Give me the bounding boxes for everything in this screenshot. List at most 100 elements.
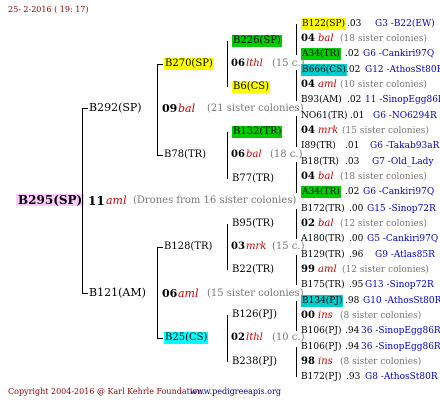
gen4-number: 04	[301, 171, 315, 182]
gen4-father-origin: G7 -Old_Lady	[372, 157, 434, 167]
gen4-mother-value: .02	[347, 95, 362, 105]
gen2-id[interactable]: B270(SP)	[164, 58, 214, 70]
gen3-id[interactable]: B77(TR)	[232, 173, 274, 185]
gen4-number: 04	[301, 79, 315, 90]
gen4-note: (12 sister colonies)	[340, 219, 427, 229]
gen2-note: (15 c.)	[272, 241, 305, 252]
gen2-connector-upper	[157, 64, 158, 156]
gen3-id[interactable]: B126(PJ)	[232, 309, 277, 321]
gen2-note: (10 c.)	[272, 332, 305, 343]
gen2-id[interactable]: B128(TR)	[164, 241, 212, 253]
gen3-id[interactable]: B6(CS)	[232, 81, 271, 93]
gen3-id[interactable]: B226(SP)	[232, 35, 282, 47]
gen2-number: 03	[231, 241, 245, 252]
gen4-mother-id[interactable]: B106(PJ)	[301, 325, 341, 337]
gen4-number: 04	[301, 33, 315, 44]
gen1-tick-lower	[82, 293, 88, 294]
gen4-number: 99	[301, 264, 315, 275]
gen4-note: (18 sister colonies)	[340, 34, 427, 44]
gen2-id[interactable]: B78(TR)	[164, 149, 206, 161]
gen4-father-origin: 36 -SinopEgg86R	[361, 342, 440, 352]
gen4-father-origin: G10 -AthosSt80R	[363, 296, 440, 306]
gen4-father-value: .94	[345, 342, 360, 352]
gen1-tick-upper	[82, 108, 88, 109]
gen4-father-value: .98	[345, 296, 360, 306]
gen3-id[interactable]: B238(PJ)	[232, 356, 277, 368]
gen4-father-origin: G15 -Sinop72R	[367, 204, 436, 214]
gen4-father-id[interactable]: NO61(TR)	[301, 110, 348, 122]
gen4-race: aml	[318, 264, 337, 275]
gen4-mother-value: .93	[346, 372, 361, 382]
gen4-race: ins	[318, 310, 333, 321]
gen1-connector	[82, 108, 83, 294]
gen4-father-id[interactable]: B106(PJ)	[301, 341, 341, 353]
gen1-upper-note: (21 sister colonies)	[207, 103, 304, 114]
gen3-id[interactable]: B132(TR)	[232, 126, 283, 138]
gen4-note: (15 sister colonies)	[342, 126, 429, 136]
footer-site-link[interactable]: www.pedigreeapis.org	[190, 386, 281, 398]
gen4-note: (12 sister colonies)	[342, 265, 429, 275]
root-id[interactable]: B295(SP)	[16, 194, 85, 206]
gen1-lower-number: 06	[162, 287, 178, 300]
gen4-father-id[interactable]: B129(TR)	[301, 249, 345, 261]
gen4-race: aml	[318, 79, 337, 90]
gen1-upper-race: bal	[178, 102, 196, 115]
gen2-tick	[157, 338, 163, 339]
gen2-tick	[157, 247, 163, 248]
gen4-mother-id[interactable]: B175(TR)	[301, 279, 345, 291]
gen4-mother-value: .02	[345, 49, 360, 59]
gen4-father-id[interactable]: B134(PJ)	[301, 295, 344, 307]
gen4-mother-value: .01	[345, 141, 360, 151]
root-race: aml	[106, 194, 127, 207]
gen4-father-value: .02	[346, 65, 361, 75]
gen1-lower-race: aml	[178, 287, 199, 300]
gen2-race: mrk	[246, 241, 267, 252]
gen2-connector-lower	[157, 247, 158, 339]
gen3-id[interactable]: B22(TR)	[232, 264, 274, 276]
gen2-tick	[157, 64, 163, 65]
gen4-mother-origin: G13 -Sinop72R	[365, 280, 434, 290]
gen4-mother-id[interactable]: A34(TR)	[301, 186, 341, 198]
gen2-race: lthl	[246, 332, 263, 343]
gen4-father-id[interactable]: B122(SP)	[301, 18, 347, 30]
gen4-father-id[interactable]: B666(CS)	[301, 64, 347, 76]
gen4-mother-id[interactable]: A34(TR)	[301, 48, 341, 60]
root-number: 11	[88, 194, 105, 208]
gen4-note: (10 sister colonies)	[340, 80, 427, 90]
gen4-mother-id[interactable]: I89(TR)	[301, 140, 336, 152]
gen4-father-id[interactable]: B18(TR)	[301, 156, 339, 168]
gen4-mother-id[interactable]: B172(PJ)	[301, 371, 341, 383]
gen4-mother-origin: 36 -SinopEgg86R	[361, 326, 440, 336]
gen4-mother-origin: G6 -Cankiri97Q	[363, 49, 435, 59]
gen4-mother-origin: G6 -Cankiri97Q	[363, 187, 435, 197]
gen4-mother-origin: 11 -SinopEgg86R	[365, 95, 440, 105]
gen2-note: (18 c.)	[270, 149, 303, 160]
gen4-number: 00	[301, 310, 315, 321]
gen4-race: bal	[318, 33, 334, 44]
gen4-connector	[296, 162, 297, 193]
gen4-connector	[296, 347, 297, 377]
gen4-mother-value: .00	[349, 234, 364, 244]
gen2-race: lthl	[246, 58, 263, 69]
gen1-lower-note: (15 sister colonies)	[207, 288, 304, 299]
gen4-mother-id[interactable]: B93(AM)	[301, 94, 342, 106]
footer-copyright: Copyright 2004-2016 @ Karl Kehrle Founda…	[8, 387, 205, 396]
gen4-mother-id[interactable]: A180(TR)	[301, 233, 344, 245]
gen1-upper-id[interactable]: B292(SP)	[89, 102, 142, 114]
gen2-number: 06	[231, 58, 245, 69]
gen4-father-id[interactable]: B172(TR)	[301, 203, 345, 215]
gen1-lower-id[interactable]: B121(AM)	[89, 287, 146, 299]
gen4-connector	[296, 24, 297, 55]
gen4-number: 04	[301, 125, 315, 136]
gen4-mother-origin: G5 -Cankiri97Q	[367, 234, 439, 244]
gen4-father-value: .03	[345, 157, 360, 167]
gen4-race: mrk	[318, 125, 339, 136]
gen2-number: 02	[231, 332, 245, 343]
gen4-mother-value: .02	[345, 187, 360, 197]
gen3-id[interactable]: B95(TR)	[232, 218, 274, 230]
gen2-note: (15 c.)	[272, 58, 305, 69]
gen4-father-value: .00	[349, 204, 364, 214]
date-stamp: 25- 2-2016 ( 19: 17)	[8, 5, 89, 14]
gen3-connector	[227, 315, 228, 362]
gen2-id[interactable]: B25(CS)	[164, 332, 209, 344]
